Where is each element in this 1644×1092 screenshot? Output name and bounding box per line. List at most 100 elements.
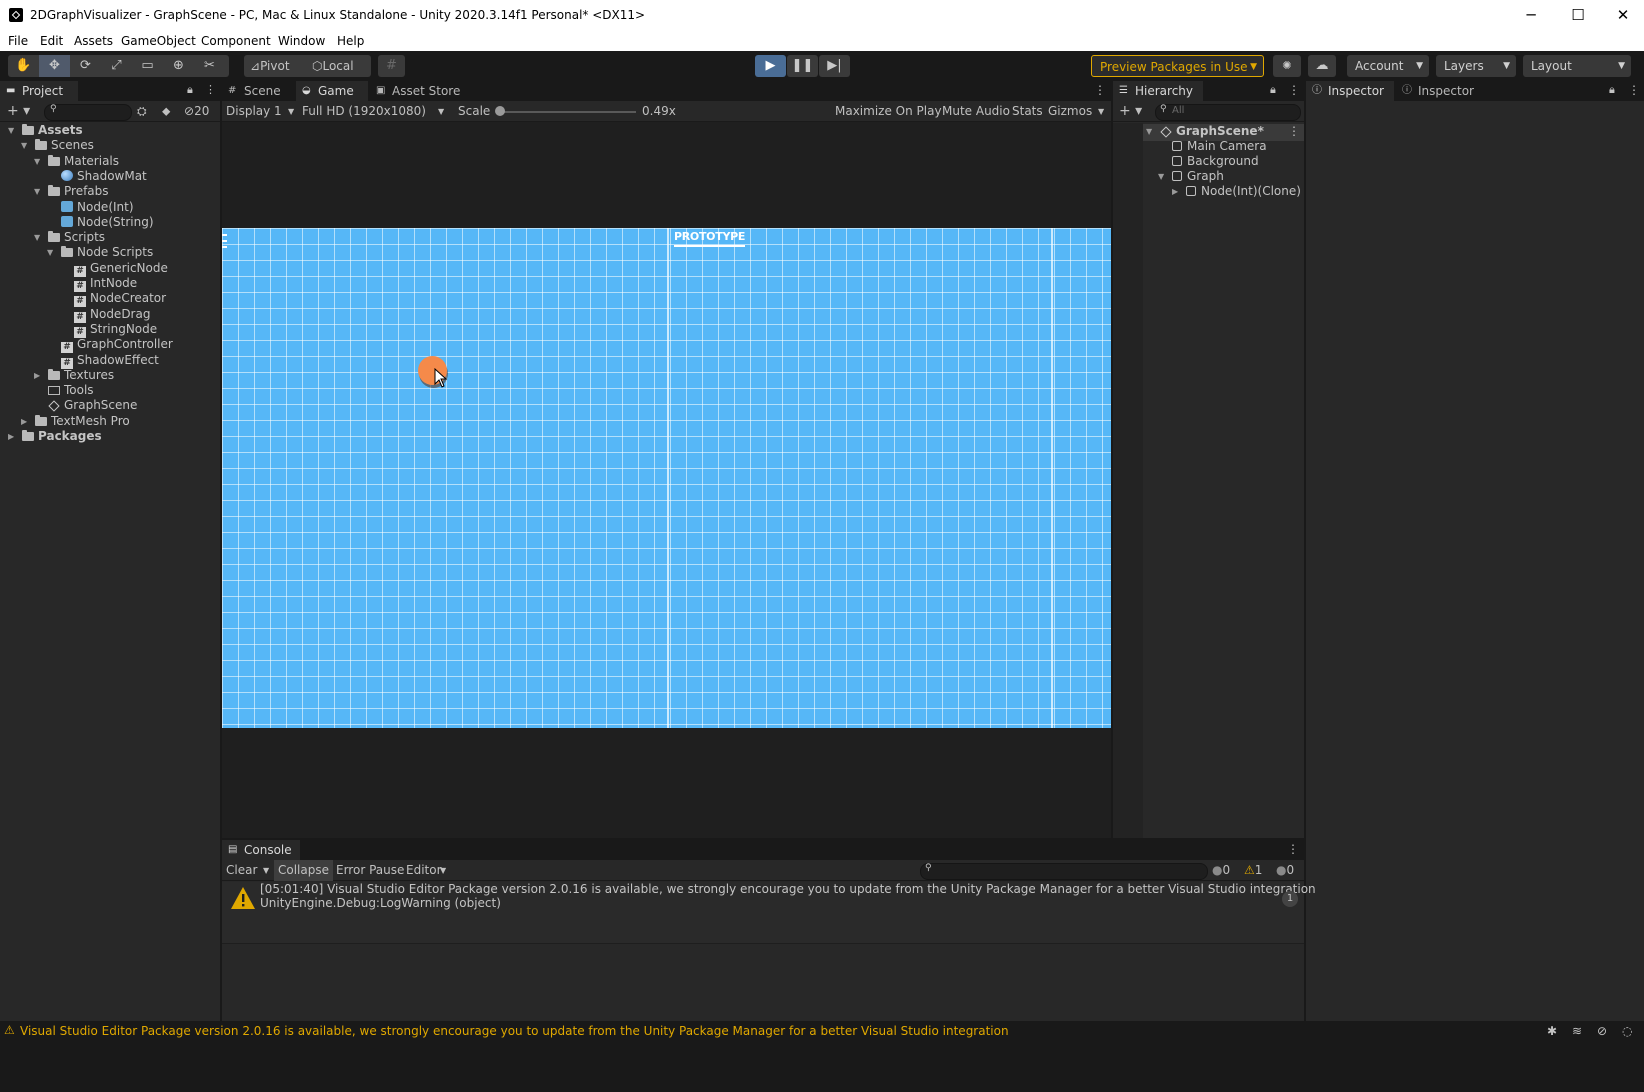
project-item[interactable]: ▼ Node Scripts — [47, 245, 153, 260]
hand-icon[interactable]: ✋ — [8, 55, 39, 77]
local-button[interactable]: ⬡Local — [312, 55, 370, 77]
maximize-button[interactable]: ☐ — [1555, 0, 1601, 31]
menu-help[interactable]: Help — [337, 34, 364, 48]
collab-button[interactable]: ✺ — [1273, 55, 1301, 77]
hierarchy-item-main-camera[interactable]: Main Camera — [1172, 139, 1267, 154]
account-dropdown[interactable]: Account ▼ — [1347, 55, 1429, 77]
menu-gameobject[interactable]: GameObject — [121, 34, 196, 48]
status-message[interactable]: Visual Studio Editor Package version 2.0… — [20, 1024, 1009, 1038]
create-button[interactable]: + ▾ — [1119, 101, 1142, 122]
clear-options-arrow-icon[interactable]: ▼ — [263, 860, 269, 881]
tab-hierarchy[interactable]: ☰ Hierarchy — [1113, 81, 1203, 101]
project-item[interactable]: Node(String) — [61, 215, 154, 230]
gizmos-toggle[interactable]: Gizmos — [1048, 101, 1092, 122]
scale-slider-thumb[interactable] — [495, 106, 505, 116]
hierarchy-item-node-clone[interactable]: ▶ Node(Int)(Clone) — [1172, 184, 1301, 199]
project-item[interactable]: # IntNode — [74, 276, 137, 292]
project-item[interactable]: ▼ Materials — [34, 154, 119, 169]
resolution-dropdown[interactable]: Full HD (1920x1080) ▼ — [302, 101, 448, 122]
close-button[interactable]: ✕ — [1600, 0, 1644, 31]
editor-dropdown[interactable]: Editor — [406, 860, 442, 881]
project-item[interactable]: ▶ Packages — [8, 429, 102, 444]
menu-assets[interactable]: Assets — [74, 34, 113, 48]
fold-arrow-icon[interactable]: ▼ — [21, 138, 27, 153]
fold-arrow-icon[interactable]: ▼ — [34, 230, 40, 245]
menu-file[interactable]: File — [8, 34, 28, 48]
play-button[interactable]: ▶ — [755, 55, 786, 77]
error-pause-toggle[interactable]: Error Pause — [336, 860, 404, 881]
menu-edit[interactable]: Edit — [40, 34, 63, 48]
project-item[interactable]: ▼ Scenes — [21, 138, 94, 153]
filter-label-icon[interactable]: ⬥ — [162, 101, 170, 122]
create-button[interactable]: + ▾ — [7, 101, 30, 122]
kebab-menu-icon[interactable]: ⋮ — [205, 83, 216, 96]
tab-asset-store[interactable]: ▣ Asset Store — [370, 81, 462, 101]
project-item[interactable]: # StringNode — [74, 322, 157, 338]
error-count-toggle[interactable]: ●0 — [1276, 860, 1294, 881]
lock-icon[interactable]: 🔒︎ — [1609, 83, 1615, 97]
project-item[interactable]: # NodeCreator — [74, 291, 166, 308]
scale-slider-track[interactable] — [498, 111, 636, 113]
project-item[interactable]: ▼ Prefabs — [34, 184, 109, 199]
kebab-menu-icon[interactable]: ⋮ — [1628, 83, 1640, 97]
lock-icon[interactable]: 🔒︎ — [1270, 83, 1276, 97]
project-item[interactable]: ▼ Assets — [8, 123, 83, 138]
pause-button[interactable]: ❚❚ — [787, 55, 818, 77]
hidden-packages-button[interactable]: ⊘20 — [184, 101, 209, 122]
hierarchy-item-graph[interactable]: ▼ Graph — [1158, 169, 1224, 184]
tab-scene[interactable]: # Scene — [222, 81, 294, 101]
layout-dropdown[interactable]: Layout ▼ — [1523, 55, 1631, 77]
display-dropdown[interactable]: Display 1 ▼ — [226, 101, 298, 122]
collapse-toggle[interactable]: Collapse — [274, 860, 333, 881]
tab-inspector-2[interactable]: ⓘ Inspector — [1396, 81, 1484, 101]
project-item[interactable]: # GraphController — [61, 337, 173, 354]
move-icon[interactable]: ✥ — [39, 55, 70, 77]
custom-tool-icon[interactable]: ✂ — [194, 55, 225, 77]
rect-icon[interactable]: ▭ — [132, 55, 163, 77]
cloud-button[interactable]: ☁ — [1308, 55, 1336, 77]
maximize-on-play-toggle[interactable]: Maximize On Play — [835, 101, 942, 122]
console-entry[interactable]: [05:01:40] Visual Studio Editor Package … — [222, 882, 1316, 944]
progress-spinner-icon[interactable]: ◌ — [1622, 1024, 1632, 1038]
step-button[interactable]: ▶| — [819, 55, 850, 77]
fold-arrow-icon[interactable]: ▼ — [47, 245, 53, 260]
project-item[interactable]: ▶ Textures — [34, 368, 114, 383]
layers-dropdown[interactable]: Layers ▼ — [1436, 55, 1516, 77]
project-item[interactable]: Tools — [48, 383, 94, 398]
kebab-menu-icon[interactable]: ⋮ — [1094, 83, 1106, 97]
tab-console[interactable]: ▤ Console — [222, 840, 300, 860]
project-item[interactable]: # NodeDrag — [74, 307, 150, 323]
hierarchy-search-input[interactable]: ⚲ All — [1155, 104, 1301, 121]
bug-icon[interactable]: ✱ — [1547, 1024, 1557, 1038]
gizmos-dropdown-arrow-icon[interactable]: ▼ — [1098, 101, 1104, 122]
menu-window[interactable]: Window — [278, 34, 325, 48]
cache-server-icon[interactable]: ≋ — [1572, 1024, 1582, 1038]
project-item[interactable]: ▶ TextMesh Pro — [21, 414, 130, 429]
menu-component[interactable]: Component — [201, 34, 271, 48]
project-search-input[interactable]: ⚲ — [44, 104, 132, 121]
project-item[interactable]: # ShadowEffect — [61, 353, 159, 369]
scale-icon[interactable]: ⤢ — [101, 55, 132, 77]
tab-game[interactable]: ◒ Game — [296, 81, 368, 101]
tab-inspector-1[interactable]: ⓘ Inspector — [1306, 81, 1394, 101]
fold-arrow-icon[interactable]: ▶ — [34, 368, 40, 383]
kebab-menu-icon[interactable]: ⋮ — [1288, 124, 1300, 138]
project-item[interactable]: # GenericNode — [74, 261, 168, 277]
project-item[interactable]: Node(Int) — [61, 200, 134, 215]
project-item[interactable]: ▼ Scripts — [34, 230, 105, 245]
rotate-icon[interactable]: ⟳ — [70, 55, 101, 77]
grid-snap-button[interactable]: # — [378, 55, 405, 77]
clear-button[interactable]: Clear — [226, 860, 257, 881]
console-search-input[interactable]: ⚲ — [920, 863, 1208, 880]
lock-icon[interactable]: 🔒︎ — [187, 83, 193, 97]
kebab-menu-icon[interactable]: ⋮ — [1288, 83, 1300, 97]
warning-count-toggle[interactable]: ⚠1 — [1244, 860, 1262, 881]
log-count-toggle[interactable]: ●0 — [1212, 860, 1230, 881]
fold-arrow-icon[interactable]: ▶ — [8, 429, 14, 444]
fold-arrow-icon[interactable]: ▼ — [34, 184, 40, 199]
pivot-button[interactable]: ⊿Pivot — [250, 55, 308, 77]
hierarchy-scene-root[interactable]: ▼ GraphScene* — [1146, 124, 1264, 139]
filter-type-icon[interactable]: ⛭ — [137, 101, 147, 122]
project-item[interactable]: ShadowMat — [61, 169, 147, 184]
hierarchy-item-background[interactable]: Background — [1172, 154, 1259, 169]
